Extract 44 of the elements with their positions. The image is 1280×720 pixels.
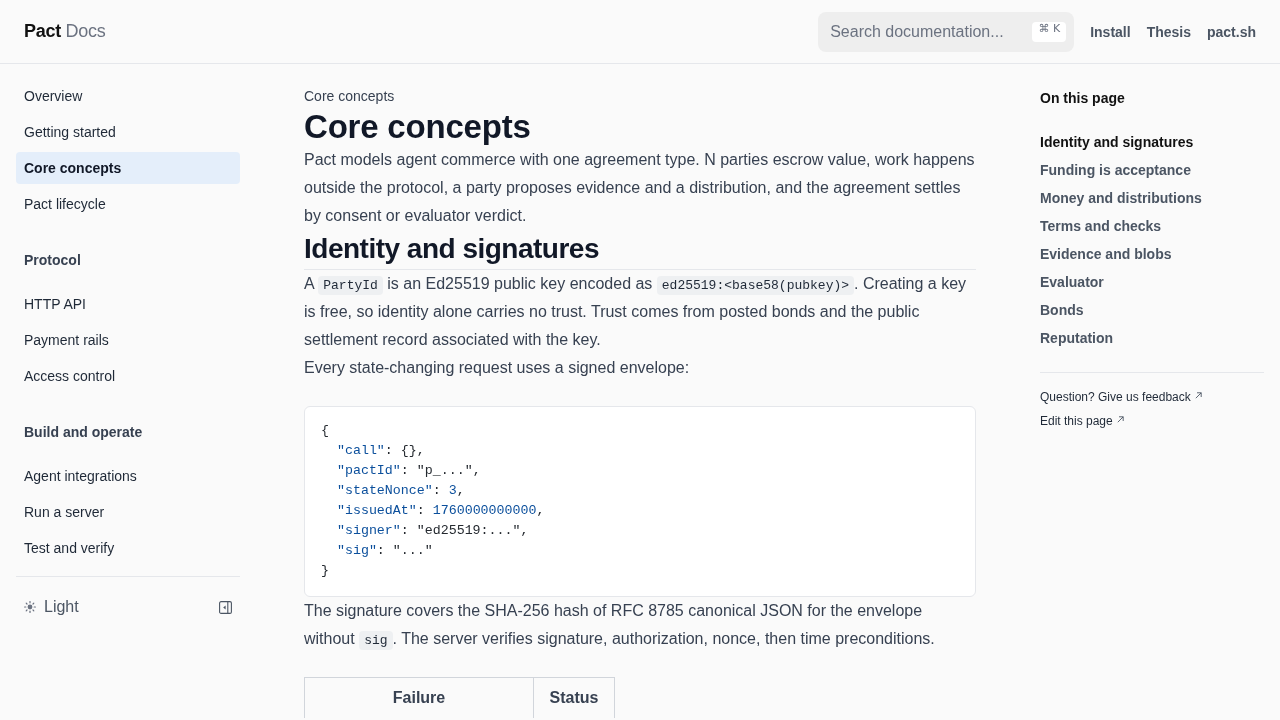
section-heading: Protocol xyxy=(23,251,82,270)
paragraph: Every state-changing request uses a signed envelope: xyxy=(304,358,691,378)
toc-link[interactable]: Money and distributions xyxy=(1040,184,1202,212)
toc-link[interactable]: Identity and signatures xyxy=(1040,128,1194,156)
sidebar-toggle-button[interactable] xyxy=(219,600,232,614)
shortcut-hint: ⌘ K xyxy=(1032,21,1067,42)
toc-link[interactable]: Evidence and blobs xyxy=(1040,240,1172,268)
toc-link[interactable]: Evaluator xyxy=(1040,268,1104,296)
toc-link[interactable]: Terms and checks xyxy=(1040,212,1162,240)
site-logo[interactable]: Pact Docs xyxy=(24,21,106,42)
arrow-icon xyxy=(1194,391,1202,399)
nav-item[interactable]: Run a server xyxy=(16,496,240,528)
section-heading: Build and operate xyxy=(23,423,144,442)
breadcrumb: Core concepts xyxy=(304,87,396,106)
nav-item[interactable]: Core concepts xyxy=(16,152,240,184)
paragraph: The signature covers the SHA-256 hash of RFC 8785 canonical JSON for the envelope without sig . The server verifies signature, authorization, nonce, then time preconditions. xyxy=(304,601,936,652)
nav-item[interactable]: Test and verify xyxy=(16,532,240,564)
paragraph: A PartyId is an Ed25519 public key encoded as ed25519:<base58(pubkey)> . Creating a key is free, so identity alone carries no trust. Trust comes from posted bonds and the public settlement record associated with the key. xyxy=(304,274,968,350)
nav-item[interactable]: Overview xyxy=(16,80,240,112)
nav-item[interactable]: Getting started xyxy=(16,116,240,148)
nav-link[interactable]: Thesis xyxy=(1146,23,1191,40)
footer-link[interactable]: Edit this page xyxy=(1040,409,1124,433)
toc-heading: On this page xyxy=(1040,89,1126,108)
nav-item[interactable]: HTTP API xyxy=(16,288,240,320)
sun-icon xyxy=(24,601,36,613)
code-block: { "call": {}, "pactId": "p_...", "stateNonce": 3, "issuedAt": 1760000000000, "signer": "ed25519:...", "sig": "..." } xyxy=(304,406,976,597)
column-header: Failure xyxy=(304,677,534,718)
toc-link[interactable]: Bonds xyxy=(1040,296,1084,324)
page-title: Core concepts xyxy=(304,109,532,145)
nav-link[interactable]: pact.sh xyxy=(1207,23,1256,40)
nav-item[interactable]: Payment rails xyxy=(16,324,240,356)
arrow-icon xyxy=(1116,415,1124,423)
section-heading: Identity and signatures xyxy=(304,233,976,270)
nav-item[interactable]: Pact lifecycle xyxy=(16,188,240,220)
nav-item[interactable]: Agent integrations xyxy=(16,460,240,492)
nav-item[interactable]: Access control xyxy=(16,360,240,392)
toc-link[interactable]: Reputation xyxy=(1040,324,1114,352)
paragraph: Pact models agent commerce with one agreement type. N parties escrow value, work happens outside the protocol, a party proposes evidence and a distribution, and the agreement settles by consent or evaluator verdict. xyxy=(304,150,976,226)
nav-link[interactable]: Install xyxy=(1090,23,1131,40)
theme-toggle[interactable]: Light xyxy=(24,595,79,619)
panel-icon xyxy=(219,600,232,614)
footer-link[interactable]: Question? Give us feedback xyxy=(1040,385,1202,409)
column-header: Status xyxy=(533,677,615,718)
toc-link[interactable]: Funding is acceptance xyxy=(1040,156,1191,184)
